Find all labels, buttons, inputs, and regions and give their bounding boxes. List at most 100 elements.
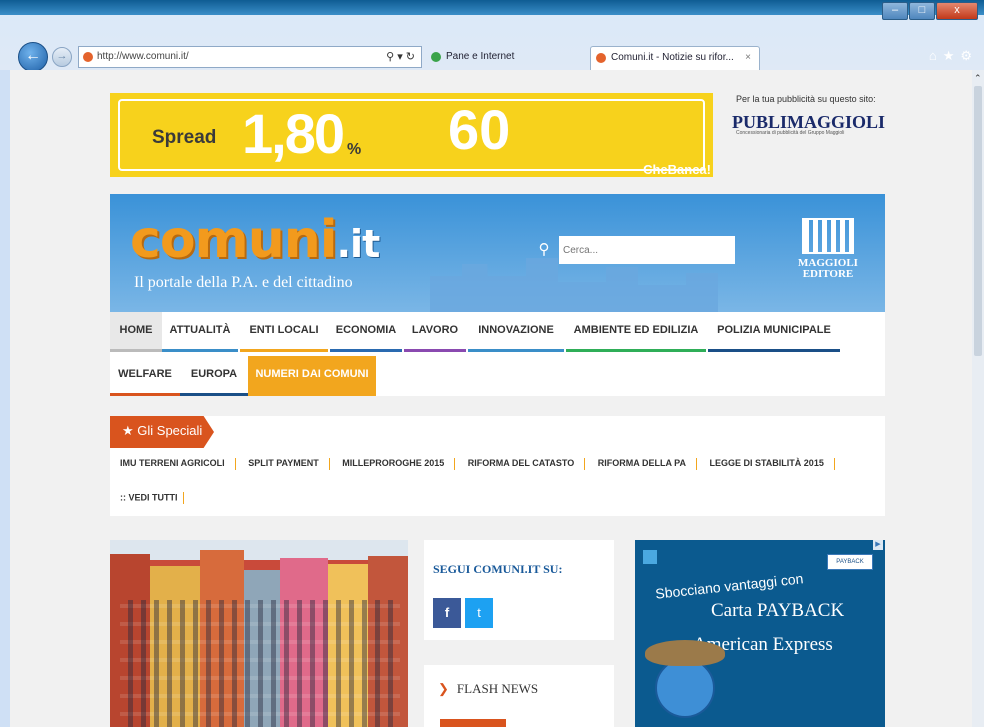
nav-item-numeri-dai-comuni[interactable]: NUMERI DAI COMUNI [248,356,376,396]
star-icon: ★ [122,423,134,438]
speciali-section: ★ Gli Speciali IMU TERRENI AGRICOLI SPLI… [110,416,885,516]
site-tagline: Il portale della P.A. e del cittadino [134,274,353,291]
home-icon[interactable]: ⌂ [929,48,943,63]
logo-tld: .it [336,222,381,266]
nav-item-attualita[interactable]: ATTUALITÀ [162,312,238,352]
browser-toolbar-icons: ⌂★⚙ [929,48,978,64]
divider [454,458,456,470]
amex-line-2: Carta PAYBACK [711,600,845,621]
speciali-tag: ★ Gli Speciali [110,416,214,448]
page-viewport: Spread 1,80 % 60 CheBanca! Per la tua pu… [10,70,972,727]
back-arrow-icon: ← [25,47,41,64]
vedi-tutti-link[interactable]: :: VEDI TUTTI [120,492,178,502]
featured-photo[interactable] [110,540,408,727]
speciali-more-row: :: VEDI TUTTI [120,492,194,504]
tab-label: Comuni.it - Notizie su rifor... [611,52,734,63]
facebook-icon: f [444,605,450,620]
ad-percent: % [347,141,362,158]
nav-item-ambiente-ed-edilizia[interactable]: AMBIENTE ED EDILIZIA [566,312,706,352]
chebanca-banner-ad[interactable]: Spread 1,80 % 60 CheBanca! [110,93,713,177]
adchoices-icon[interactable]: ▶ [873,540,883,550]
logo-main: comuni [130,210,338,270]
maggioli-editore-logo[interactable]: MAGGIOLI EDITORE [798,218,858,294]
tab-favicon-icon [596,53,606,63]
ad-spread-label: Spread [152,127,217,148]
tab-favicon-icon [431,52,441,62]
search-icon[interactable]: ⚲ [533,240,555,260]
nav-item-enti-locali[interactable]: ENTI LOCALI [240,312,328,352]
divider [234,458,236,470]
flash-news-title: FLASH NEWS [456,681,539,696]
close-window-button[interactable]: x [936,2,978,20]
speciali-links: IMU TERRENI AGRICOLI SPLIT PAYMENT MILLE… [120,458,880,470]
site-logo[interactable]: comuni.it [130,210,381,270]
title-bar [0,0,984,15]
refresh-icon[interactable]: ↻ [406,51,415,63]
scroll-up-icon[interactable]: ⌃ [974,73,982,84]
speciali-title: Gli Speciali [137,423,203,438]
site-search: ⚲ [533,236,736,264]
amex-line-1: Sbocciano vantaggi con [654,570,805,602]
amex-payback-ad[interactable]: ▶ PAYBACK Sbocciano vantaggi con Carta P… [635,540,885,727]
gear-icon[interactable]: ⚙ [960,48,978,63]
browser-chrome: – □ x ← → http://www.comuni.it/ ⚲ ▾ ↻ Pa… [0,0,984,72]
maximize-button[interactable]: □ [909,2,935,20]
nav-item-innovazione[interactable]: INNOVAZIONE [468,312,564,352]
speciali-link[interactable]: LEGGE DI STABILITÀ 2015 [709,458,823,468]
forward-button[interactable]: → [52,47,72,67]
nav-item-welfare[interactable]: WELFARE [110,356,180,396]
back-button[interactable]: ← [18,42,48,72]
mascot-hat [645,640,725,666]
twitter-button[interactable]: t [465,598,493,628]
tab-label: Pane e Internet [446,51,515,62]
facebook-button[interactable]: f [433,598,461,628]
speciali-link[interactable]: IMU TERRENI AGRICOLI [120,458,225,468]
nav-item-economia[interactable]: ECONOMIA [330,312,402,352]
nav-item-europa[interactable]: EUROPA [180,356,248,396]
vertical-scrollbar[interactable]: ⌃ [972,70,984,727]
nav-item-polizia-municipale[interactable]: POLIZIA MUNICIPALE [708,312,840,352]
tab-pane-e-internet[interactable]: Pane e Internet [426,46,586,70]
address-tools[interactable]: ⚲ ▾ ↻ [386,47,415,67]
minimize-button[interactable]: – [882,2,908,20]
twitter-icon: t [477,605,481,620]
divider [584,458,586,470]
flash-news-box: ❯ FLASH NEWS [424,665,614,727]
scrollbar-thumb[interactable] [974,86,982,356]
search-icon[interactable]: ⚲ [386,51,394,63]
site-favicon-icon [83,52,93,62]
address-bar[interactable]: http://www.comuni.it/ ⚲ ▾ ↻ [78,46,422,68]
star-icon[interactable]: ★ [943,48,961,63]
photo-sky [110,540,408,560]
advertising-note: Per la tua pubblicità su questo sito: [736,94,876,104]
maggioli-text: MAGGIOLI EDITORE [798,257,858,280]
nav-item-home[interactable]: HOME [110,312,162,352]
news-date-badge [440,719,506,727]
amex-logo-icon [643,550,657,564]
forward-arrow-icon: → [56,50,68,62]
social-heading: SEGUI COMUNI.IT SU: [433,562,563,576]
navigation-row: ← → http://www.comuni.it/ ⚲ ▾ ↻ Pane e I… [0,37,984,72]
nav-item-lavoro[interactable]: LAVORO [404,312,466,352]
divider [695,458,697,470]
speciali-link[interactable]: RIFORMA DEL CATASTO [468,458,575,468]
search-input[interactable] [559,236,735,264]
speciali-link[interactable]: MILLEPROROGHE 2015 [342,458,444,468]
speciali-link[interactable]: RIFORMA DELLA PA [598,458,686,468]
maggioli-logo-icon [802,218,854,254]
divider [182,492,184,504]
photo-windows [120,600,400,727]
close-tab-icon[interactable]: × [745,47,751,69]
site-header: comuni.it Il portale della P.A. e del ci… [110,194,885,312]
publimaggioli-subtitle: Concessionaria di pubblicità del Gruppo … [736,130,845,136]
social-box: SEGUI COMUNI.IT SU: f t [424,540,614,640]
pin-icon: ❯ [438,681,449,696]
ad-brand: CheBanca! [643,162,711,177]
ad-value-2: 60 [448,98,511,161]
address-text: http://www.comuni.it/ [97,51,189,62]
divider [328,458,330,470]
ad-value-1: 1,80 [242,102,345,165]
speciali-link[interactable]: SPLIT PAYMENT [248,458,319,468]
tab-comuni-it[interactable]: Comuni.it - Notizie su rifor... × [590,46,760,70]
mascot-image [655,658,715,718]
